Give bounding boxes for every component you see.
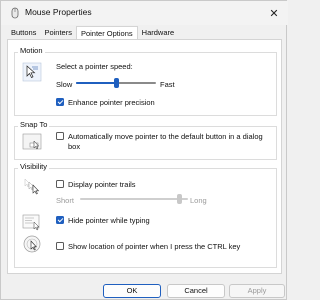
pointer-trails-label: Display pointer trails — [68, 180, 136, 189]
trails-slider-thumb[interactable] — [177, 194, 182, 204]
show-location-label: Show location of pointer when I press th… — [68, 242, 241, 251]
trails-length-slider[interactable] — [80, 192, 188, 206]
short-label: Short — [56, 196, 74, 205]
show-location-checkbox[interactable] — [56, 242, 64, 250]
snap-to-label-line1: Automatically move pointer to the defaul… — [68, 132, 263, 141]
motion-group-label: Motion — [18, 46, 45, 55]
pointer-trails-checkbox[interactable] — [56, 180, 64, 188]
hide-pointer-label: Hide pointer while typing — [68, 216, 150, 225]
mouse-properties-window: Mouse Properties ✕ Buttons Pointers Poin… — [0, 0, 288, 300]
snap-to-label-line2: box — [68, 142, 81, 151]
visibility-group-label: Visibility — [18, 162, 49, 171]
tab-pointers[interactable]: Pointers — [40, 27, 76, 39]
pointer-speed-slider[interactable] — [76, 76, 156, 90]
title-bar: Mouse Properties ✕ — [1, 1, 288, 25]
mouse-icon — [11, 7, 19, 19]
snap-to-group-label: Snap To — [18, 120, 50, 129]
hide-pointer-checkbox[interactable] — [56, 216, 64, 224]
speed-slider-thumb[interactable] — [114, 78, 119, 88]
tab-strip: Buttons Pointers Pointer Options Hardwar… — [7, 26, 179, 39]
tab-hardware[interactable]: Hardware — [138, 27, 179, 39]
snap-to-checkbox[interactable] — [56, 132, 64, 140]
ok-button[interactable]: OK — [103, 284, 161, 298]
speed-slider-fill — [76, 82, 116, 84]
trails-slider-track — [80, 198, 188, 200]
apply-button[interactable]: Apply — [229, 284, 285, 298]
pointer-options-panel: Motion Select a pointer speed: Slow Fast… — [7, 39, 282, 274]
close-icon: ✕ — [269, 7, 279, 20]
cancel-button[interactable]: Cancel — [167, 284, 225, 298]
long-label: Long — [190, 196, 207, 205]
tab-buttons[interactable]: Buttons — [7, 27, 40, 39]
slow-label: Slow — [56, 80, 73, 89]
tab-pointer-options[interactable]: Pointer Options — [75, 26, 138, 39]
hide-pointer-icon — [22, 214, 40, 231]
pointer-speed-label: Select a pointer speed: — [56, 62, 133, 71]
pointer-trails-icon — [24, 178, 40, 195]
snap-to-icon — [22, 133, 42, 150]
enhance-precision-checkbox[interactable] — [56, 98, 64, 106]
pointer-speed-icon — [22, 62, 42, 82]
show-location-icon — [23, 235, 41, 253]
fast-label: Fast — [160, 80, 175, 89]
close-button[interactable]: ✕ — [260, 1, 288, 25]
window-title: Mouse Properties — [25, 7, 92, 17]
enhance-precision-label: Enhance pointer precision — [68, 98, 155, 107]
